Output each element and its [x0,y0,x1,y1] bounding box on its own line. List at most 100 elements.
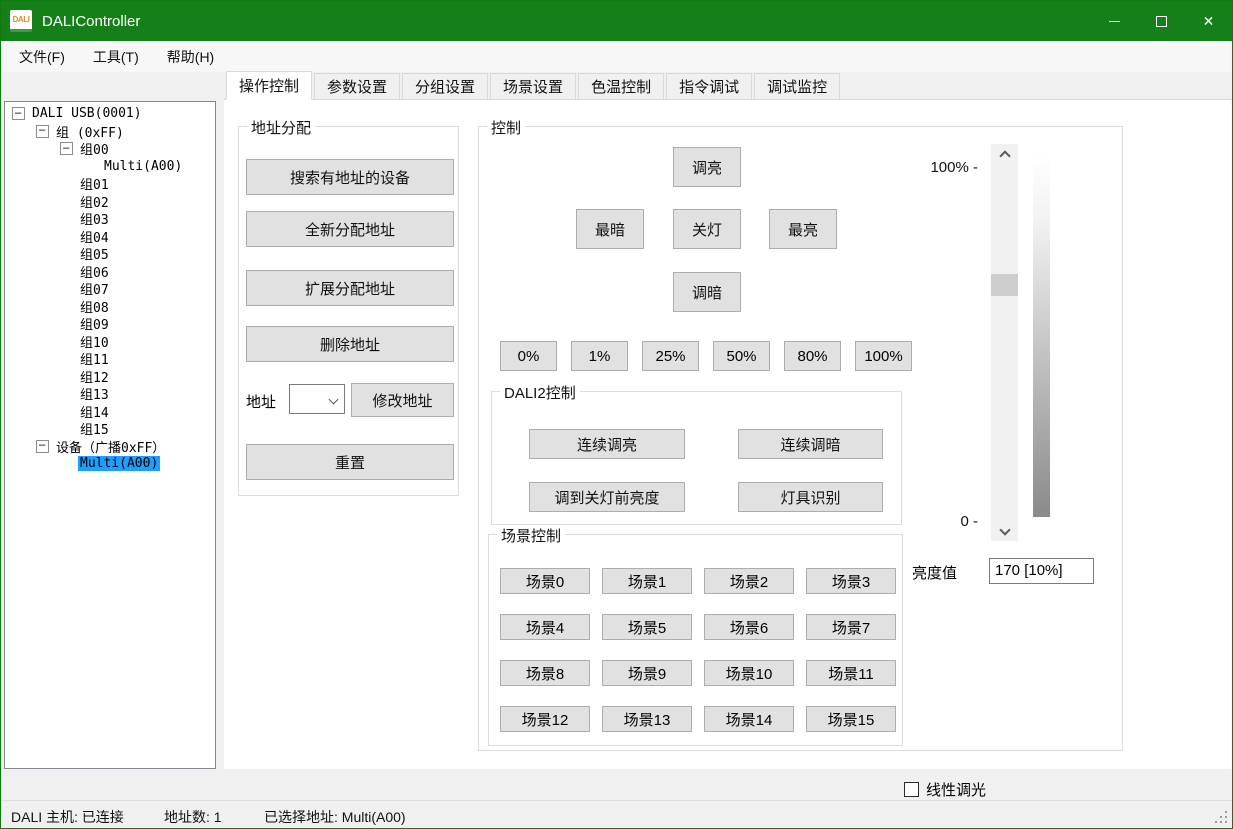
tree-item-label: 组06 [78,262,111,281]
tree-item-label: 组09 [78,314,111,333]
modify-address-button[interactable]: 修改地址 [351,383,454,417]
tree-item-label: 组03 [78,209,111,228]
chevron-down-icon [329,395,339,405]
light-off-button[interactable]: 关灯 [673,209,741,249]
brighten-button[interactable]: 调亮 [673,147,741,187]
tree-item-label: Multi(A00) [78,456,160,471]
scene-button[interactable]: 场景13 [602,706,692,732]
scene-button[interactable]: 场景4 [500,614,590,640]
percent-button[interactable]: 1% [571,341,628,371]
scroll-down-button[interactable] [991,523,1018,541]
percent-button[interactable]: 50% [713,341,770,371]
scene-button[interactable]: 场景6 [704,614,794,640]
tree-item[interactable]: 组09 [5,315,215,333]
tab[interactable]: 色温控制 [578,73,664,100]
scene-button[interactable]: 场景14 [704,706,794,732]
brightest-button[interactable]: 最亮 [769,209,837,249]
tree-item[interactable]: 组05 [5,245,215,263]
scene-button[interactable]: 场景2 [704,568,794,594]
linear-dimming-checkbox[interactable] [904,782,919,797]
scene-button[interactable]: 场景9 [602,660,692,686]
status-host: DALI 主机: 已连接 [11,807,124,827]
scene-button[interactable]: 场景8 [500,660,590,686]
tree-item[interactable]: 组03 [5,210,215,228]
tree-item[interactable]: 组00 [5,140,215,158]
percent-button[interactable]: 0% [500,341,557,371]
brightness-scrollbar[interactable] [991,144,1018,541]
tree-item-label: 组02 [78,192,111,211]
scene-button[interactable]: 场景0 [500,568,590,594]
tree-item[interactable]: 设备（广播0xFF） [5,438,215,456]
tree-item[interactable]: 组10 [5,333,215,351]
close-button[interactable]: ✕ [1185,1,1232,41]
linear-dimming-row: 线性调光 [904,779,986,800]
tree-item[interactable]: 组07 [5,280,215,298]
resize-grip[interactable] [1225,821,1227,823]
continuous-brighten-button[interactable]: 连续调亮 [529,429,685,459]
window-title: DALIController [42,13,140,30]
menu-item[interactable]: 文件(F) [5,41,79,73]
reset-button[interactable]: 重置 [246,444,454,480]
scene-button[interactable]: 场景15 [806,706,896,732]
search-addressed-devices-button[interactable]: 搜索有地址的设备 [246,159,454,195]
tree-item[interactable]: DALI USB(0001) [5,105,215,123]
brightness-value-field[interactable]: 170 [10%] [989,558,1094,584]
scene-button[interactable]: 场景7 [806,614,896,640]
scrollbar-thumb[interactable] [991,274,1018,296]
tree-item[interactable]: Multi(A00) [5,455,215,473]
window-controls: ✕ [1091,1,1232,41]
percent-button[interactable]: 80% [784,341,841,371]
address-label: 地址 [246,391,276,412]
tree-item[interactable]: 组01 [5,175,215,193]
tab[interactable]: 调试监控 [754,73,840,100]
lamp-identify-button[interactable]: 灯具识别 [738,482,883,512]
tab[interactable]: 参数设置 [314,73,400,100]
address-combobox[interactable] [289,384,345,414]
tree-item[interactable]: 组04 [5,228,215,246]
tree-item[interactable]: 组02 [5,193,215,211]
continuous-dim-button[interactable]: 连续调暗 [738,429,883,459]
scene-button[interactable]: 场景10 [704,660,794,686]
tree-expander-icon[interactable] [60,142,73,155]
scroll-up-button[interactable] [991,144,1018,162]
scene-group-title: 场景控制 [497,525,565,546]
tree-expander-icon[interactable] [12,107,25,120]
minimize-button[interactable] [1091,1,1138,41]
assign-new-address-button[interactable]: 全新分配地址 [246,211,454,247]
percent-button[interactable]: 100% [855,341,912,371]
slider-max-label: 100% - [906,159,978,176]
tab[interactable]: 操作控制 [226,71,312,100]
scene-button[interactable]: 场景12 [500,706,590,732]
tree-item-label: 组00 [78,139,111,158]
tree-expander-icon[interactable] [36,440,49,453]
tree-expander-icon[interactable] [36,125,49,138]
tree-item[interactable]: 组 (0xFF) [5,123,215,141]
extend-assign-address-button[interactable]: 扩展分配地址 [246,270,454,306]
recall-last-level-button[interactable]: 调到关灯前亮度 [529,482,685,512]
maximize-button[interactable] [1138,1,1185,41]
delete-address-button[interactable]: 删除地址 [246,326,454,362]
menu-item[interactable]: 帮助(H) [153,41,228,73]
percent-button[interactable]: 25% [642,341,699,371]
tree-item[interactable]: 组06 [5,263,215,281]
dim-button[interactable]: 调暗 [673,272,741,312]
tab[interactable]: 场景设置 [490,73,576,100]
tab[interactable]: 分组设置 [402,73,488,100]
tree-item-label: 组14 [78,402,111,421]
chevron-up-icon [999,150,1010,161]
tree-item[interactable]: 组12 [5,368,215,386]
tab[interactable]: 指令调试 [666,73,752,100]
menu-item[interactable]: 工具(T) [79,41,153,73]
tree-item-label: 组13 [78,384,111,403]
tree-item[interactable]: 组08 [5,298,215,316]
scene-button[interactable]: 场景5 [602,614,692,640]
tree-item[interactable]: 组14 [5,403,215,421]
tree-item[interactable]: 组11 [5,350,215,368]
darkest-button[interactable]: 最暗 [576,209,644,249]
tree-item[interactable]: Multi(A00) [5,158,215,176]
scene-button[interactable]: 场景1 [602,568,692,594]
tree-item[interactable]: 组15 [5,420,215,438]
scene-button[interactable]: 场景3 [806,568,896,594]
scene-button[interactable]: 场景11 [806,660,896,686]
tree-item[interactable]: 组13 [5,385,215,403]
